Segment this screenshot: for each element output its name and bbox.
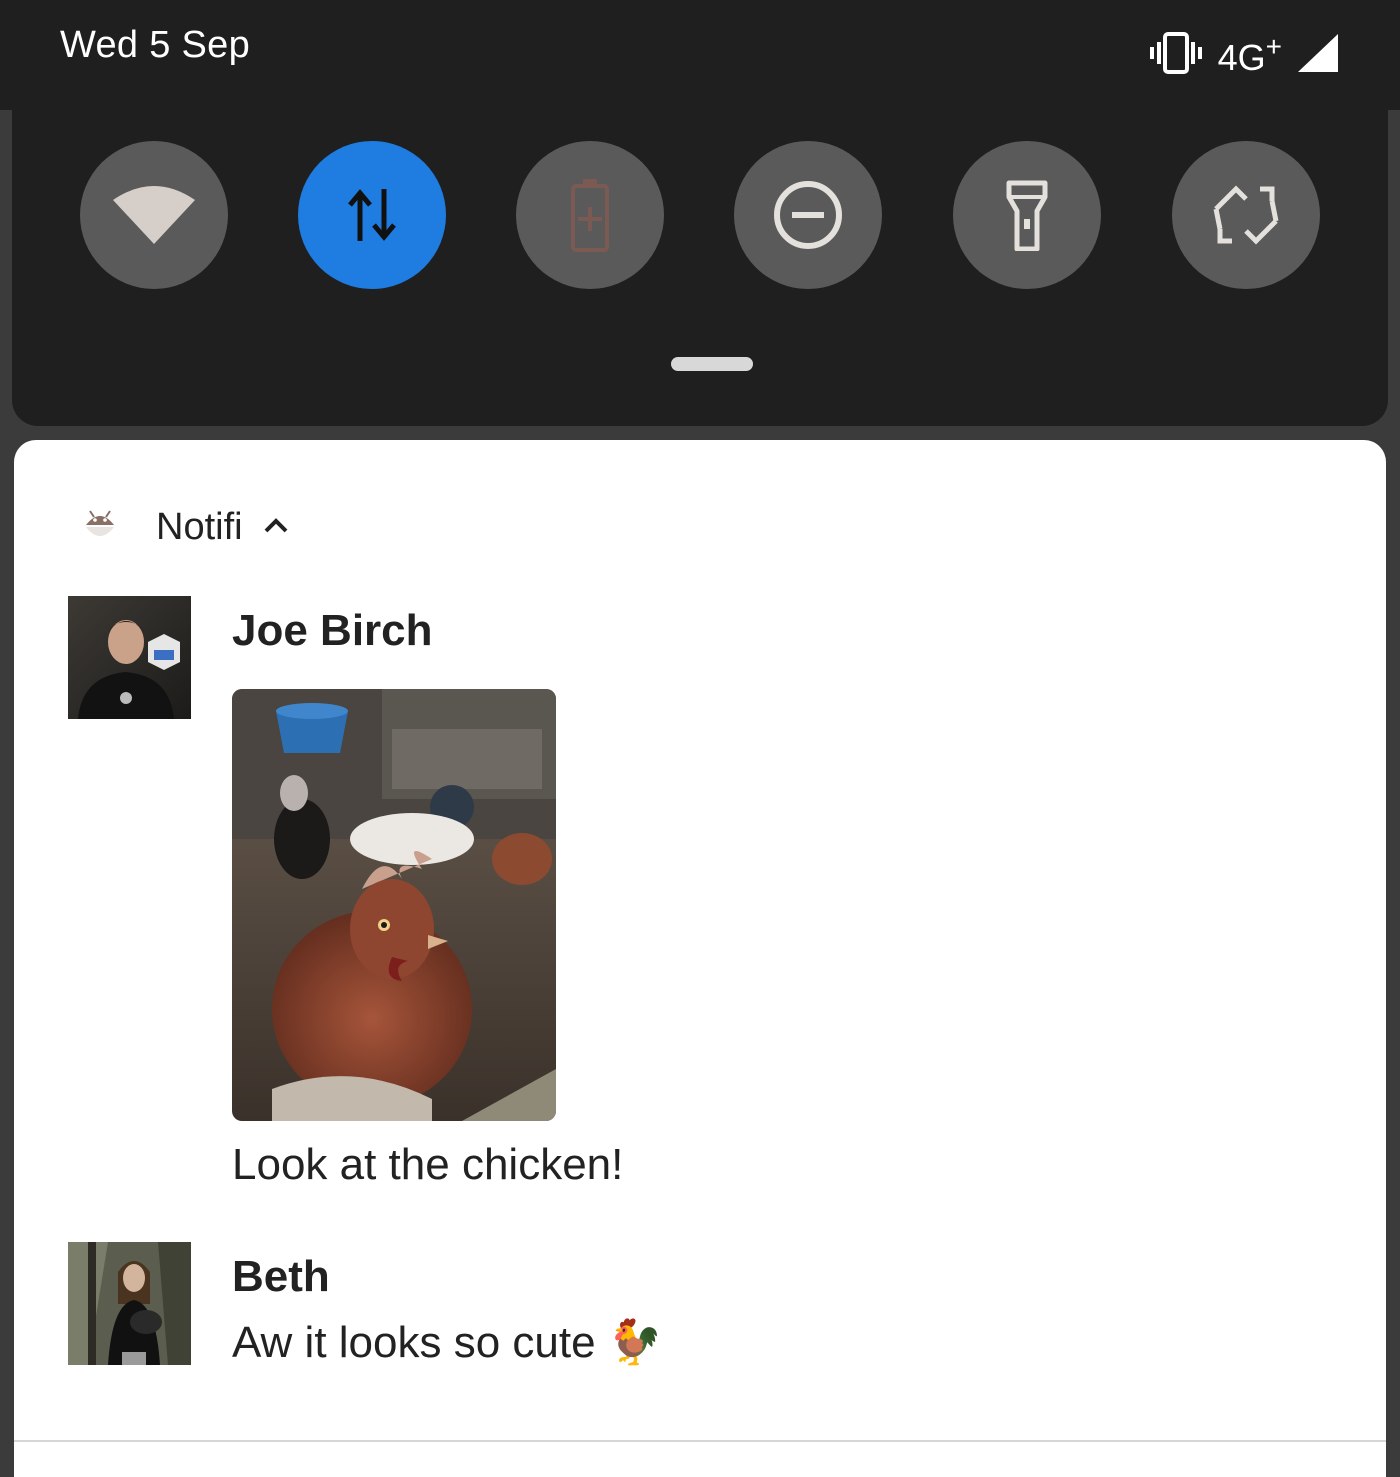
status-icons: 4G+ <box>1148 30 1340 80</box>
mobile-data-tile[interactable] <box>298 141 446 289</box>
network-type-text: 4G <box>1217 37 1266 78</box>
notification-header[interactable]: Notifi <box>84 502 289 552</box>
divider <box>14 1440 1386 1442</box>
do-not-disturb-tile[interactable] <box>734 141 882 289</box>
auto-rotate-tile[interactable] <box>1172 141 1320 289</box>
avatar <box>68 596 191 719</box>
sender-name: Joe Birch <box>232 606 433 655</box>
app-name: Notifi <box>156 505 243 548</box>
data-arrows-icon <box>344 185 400 245</box>
flashlight-icon <box>1005 179 1049 251</box>
network-type: 4G+ <box>1218 31 1282 79</box>
wifi-tile[interactable] <box>80 141 228 289</box>
vibrate-icon <box>1148 31 1204 79</box>
notification-shade-screen: Wed 5 Sep 4G+ Notifi Joe Birch Look at t… <box>0 0 1400 1477</box>
status-date: Wed 5 Sep <box>60 24 251 66</box>
network-type-suffix: + <box>1265 31 1282 62</box>
signal-strength-icon <box>1296 32 1340 79</box>
chevron-up-icon[interactable] <box>263 516 289 539</box>
flashlight-tile[interactable] <box>953 141 1101 289</box>
sender-name: Beth <box>232 1252 330 1301</box>
wifi-icon <box>111 184 197 246</box>
notification-card[interactable]: Notifi Joe Birch Look at the chicken! Be… <box>14 440 1386 1477</box>
quick-settings-panel: Wed 5 Sep 4G+ <box>0 0 1400 426</box>
avatar <box>68 1242 191 1365</box>
message-image[interactable] <box>232 689 556 1121</box>
shade-drag-handle[interactable] <box>671 357 753 371</box>
message-text: Aw it looks so cute 🐓 <box>232 1318 663 1367</box>
do-not-disturb-icon <box>772 179 844 251</box>
rotate-icon <box>1210 183 1282 247</box>
battery-plus-icon <box>570 177 610 253</box>
battery-saver-tile[interactable] <box>516 141 664 289</box>
message-text: Look at the chicken! <box>232 1140 624 1189</box>
android-robot-icon <box>84 505 116 550</box>
